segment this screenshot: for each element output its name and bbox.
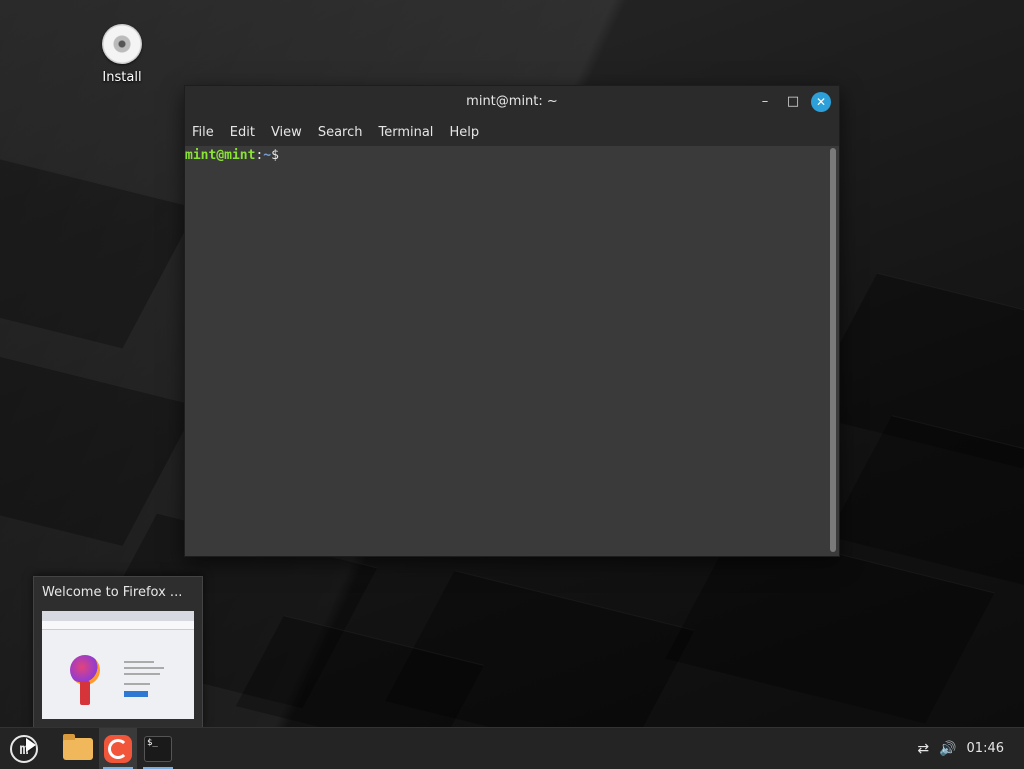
folder-icon <box>63 733 93 760</box>
terminal-scrollbar[interactable] <box>830 148 836 552</box>
terminal-titlebar[interactable]: mint@mint: ~ – □ ✕ <box>185 86 839 118</box>
system-tray: ⇄ 🔊 01:46 <box>917 728 1024 769</box>
menu-view[interactable]: View <box>271 125 302 140</box>
terminal-content[interactable]: mint@mint:~$ <box>185 146 829 555</box>
thumbnail-button <box>124 691 148 697</box>
mouse-pointer-icon <box>26 738 36 752</box>
terminal-title: mint@mint: ~ <box>466 94 558 109</box>
prompt-symbol: $ <box>271 148 279 163</box>
taskbar: m $_ ⇄ 🔊 01:46 <box>0 727 1024 769</box>
network-disconnected-icon[interactable]: ⇄ <box>917 741 929 757</box>
disc-icon <box>102 24 142 64</box>
prompt-user: mint@mint <box>185 148 256 163</box>
maximize-button[interactable]: □ <box>783 92 803 112</box>
terminal-window[interactable]: mint@mint: ~ – □ ✕ File Edit View Search… <box>184 85 840 557</box>
terminal-prompt: mint@mint:~$ <box>185 146 829 163</box>
menu-file[interactable]: File <box>192 125 214 140</box>
close-button[interactable]: ✕ <box>811 92 831 112</box>
preview-title: Welcome to Firefox ... <box>42 585 183 600</box>
prompt-path: ~ <box>263 148 272 163</box>
terminal-menubar: File Edit View Search Terminal Help <box>185 118 839 146</box>
window-preview-popup[interactable]: Welcome to Firefox ... <box>33 576 203 729</box>
firefox-window-thumbnail[interactable] <box>42 611 194 719</box>
menu-edit[interactable]: Edit <box>230 125 255 140</box>
taskbar-files-button[interactable] <box>58 728 98 769</box>
menu-help[interactable]: Help <box>449 125 479 140</box>
install-desktop-icon[interactable]: Install <box>95 24 149 85</box>
firefox-icon <box>104 734 132 763</box>
start-menu-button[interactable]: m <box>0 728 48 769</box>
volume-icon[interactable]: 🔊 <box>939 741 956 757</box>
menu-terminal[interactable]: Terminal <box>378 125 433 140</box>
install-label: Install <box>102 70 142 85</box>
terminal-icon: $_ <box>144 735 172 762</box>
taskbar-terminal-button[interactable]: $_ <box>139 728 177 769</box>
clock[interactable]: 01:46 <box>967 741 1004 756</box>
minimize-button[interactable]: – <box>755 92 775 112</box>
menu-search[interactable]: Search <box>318 125 363 140</box>
taskbar-firefox-button[interactable] <box>99 728 137 769</box>
